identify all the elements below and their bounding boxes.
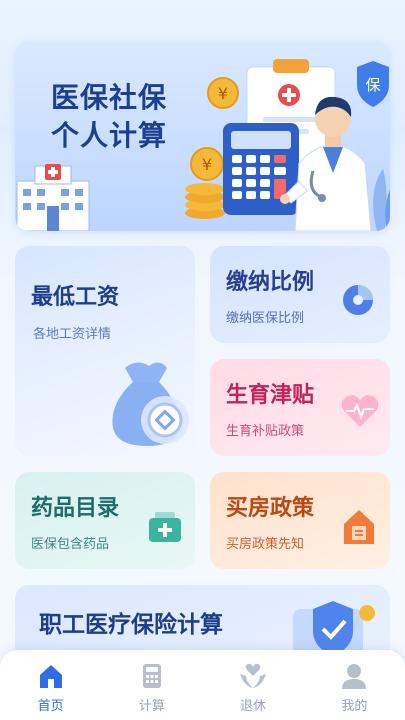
tab-home[interactable]: 首页 <box>0 650 101 720</box>
shield-icon: 保 <box>357 61 389 107</box>
housing-policy-subtitle: 买房政策先知 <box>226 537 305 552</box>
pie-chart-icon <box>343 285 373 315</box>
contribution-ratio-title: 缴纳比例 <box>226 270 315 295</box>
min-wage-title: 最低工资 <box>31 285 120 310</box>
tab-retirement-label: 退休 <box>240 699 267 714</box>
home-icon <box>39 665 62 688</box>
min-wage-card[interactable]: 最低工资 各地工资详情 <box>15 246 195 456</box>
money-bag-icon <box>112 362 189 446</box>
bottom-tab-bar: 首页 计算 退休 我的 <box>0 650 405 720</box>
drug-catalog-subtitle: 医保包含药品 <box>31 537 110 552</box>
employee-insurance-calc-title: 职工医疗保险计算 <box>39 612 223 638</box>
maternity-allowance-card[interactable]: 生育津贴 生育补贴政策 <box>210 359 390 456</box>
drug-catalog-card[interactable]: 药品目录 医保包含药品 <box>15 472 195 569</box>
document-house-icon <box>344 510 374 544</box>
tab-profile-label: 我的 <box>341 699 368 714</box>
user-icon <box>342 664 367 689</box>
banner-title: 医保社保 个人计算 <box>51 79 167 155</box>
hospital-icon <box>16 164 90 231</box>
calculator-icon <box>142 664 161 688</box>
min-wage-subtitle: 各地工资详情 <box>33 327 112 342</box>
hero-banner[interactable]: 保 ¥ ¥ 医保社保 个人计算 <box>15 41 390 231</box>
svg-text:¥: ¥ <box>202 155 212 174</box>
maternity-allowance-subtitle: 生育补贴政策 <box>226 424 305 439</box>
tab-calculate[interactable]: 计算 <box>101 650 202 720</box>
banner-title-line2: 个人计算 <box>51 119 168 152</box>
heart-pulse-icon <box>341 395 379 427</box>
heart-hands-icon <box>240 663 267 688</box>
tab-calculate-label: 计算 <box>138 699 165 714</box>
banner-title-line1: 医保社保 <box>51 81 168 114</box>
medicine-box-icon <box>149 512 181 542</box>
tab-retirement[interactable]: 退休 <box>203 650 304 720</box>
drug-catalog-title: 药品目录 <box>31 496 120 521</box>
svg-text:¥: ¥ <box>218 84 228 103</box>
contribution-ratio-subtitle: 缴纳医保比例 <box>226 311 305 326</box>
contribution-ratio-card[interactable]: 缴纳比例 缴纳医保比例 <box>210 246 390 343</box>
tab-profile[interactable]: 我的 <box>304 650 405 720</box>
housing-policy-card[interactable]: 买房政策 买房政策先知 <box>210 472 390 569</box>
plant-decoration <box>373 169 390 231</box>
tab-home-label: 首页 <box>37 699 64 714</box>
maternity-allowance-title: 生育津贴 <box>226 383 315 408</box>
svg-text:保: 保 <box>365 76 380 94</box>
housing-policy-title: 买房政策 <box>226 496 315 521</box>
